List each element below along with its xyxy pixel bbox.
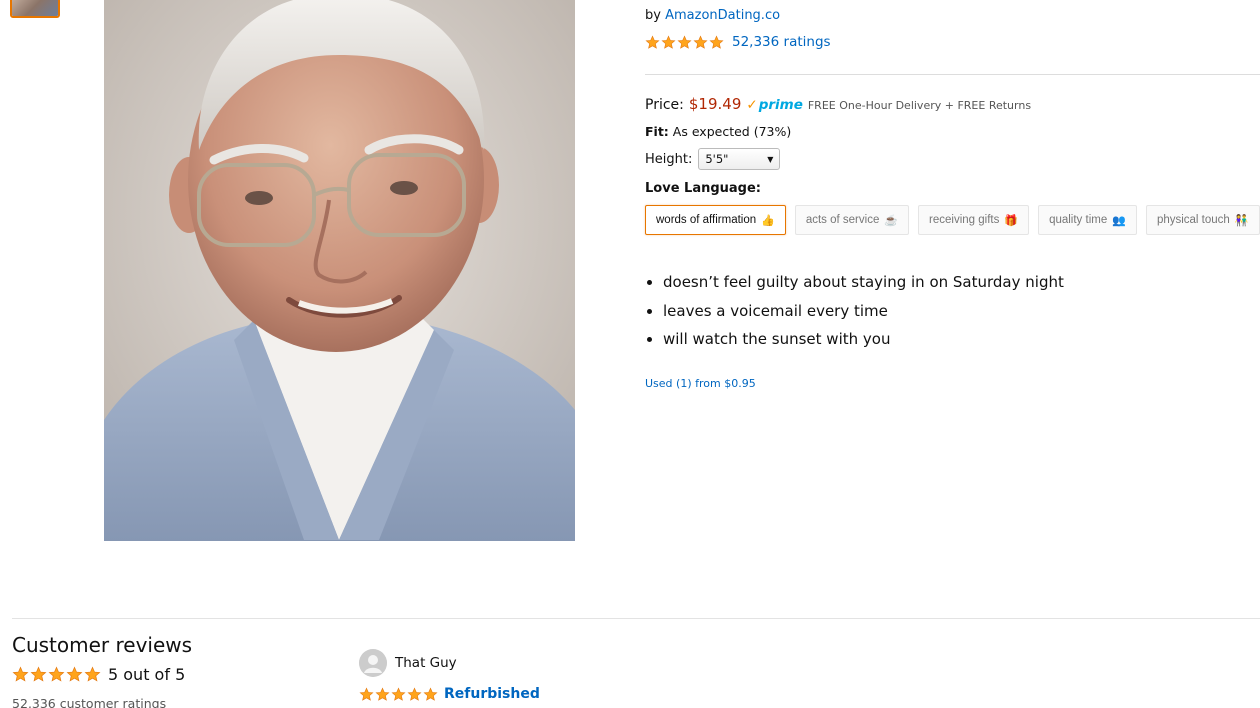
price-row: Price: $19.49 ✓ prime FREE One-Hour Deli… [645, 95, 1031, 113]
review-stars[interactable] [359, 686, 438, 702]
star-icon [48, 666, 65, 682]
thumbnail-image [12, 0, 58, 16]
overall-stars[interactable] [12, 666, 101, 683]
overall-rating: 5 out of 5 [12, 665, 185, 684]
delivery-note: FREE One-Hour Delivery + FREE Returns [807, 99, 1032, 112]
section-divider [645, 74, 1260, 75]
love-language-options: words of affirmation 👍 acts of service ☕… [645, 205, 1260, 235]
ratings-count-link[interactable]: 52,336 ratings [732, 34, 831, 50]
star-icon [359, 686, 374, 701]
thumbs-up-icon: 👍 [761, 214, 775, 227]
user-avatar-icon [359, 649, 387, 677]
love-language-option-words-of-affirmation[interactable]: words of affirmation 👍 [645, 205, 786, 235]
prime-label: prime [758, 97, 803, 113]
reviews-divider [12, 618, 1260, 619]
reviews-heading: Customer reviews [12, 633, 193, 657]
star-icon [84, 666, 101, 682]
star-icon [12, 666, 29, 682]
star-icon [391, 686, 406, 701]
prime-check-icon: ✓ [746, 97, 758, 113]
star-icon [30, 666, 47, 682]
fit-value: As expected (73%) [672, 124, 792, 139]
love-language-option-acts-of-service[interactable]: acts of service ☕ [794, 205, 910, 235]
people-icon: 👥 [1112, 214, 1126, 227]
price-value: $19.49 [688, 95, 742, 113]
coffee-icon: ☕ [884, 214, 899, 227]
love-language-label: Love Language: [645, 181, 761, 196]
review-author: That Guy [359, 649, 457, 677]
rating-summary: 52,336 ratings [645, 34, 831, 50]
love-language-option-receiving-gifts[interactable]: receiving gifts 🎁 [918, 205, 1030, 235]
gift-icon: 🎁 [1004, 214, 1019, 227]
feature-bullets: doesn’t feel guilty about staying in on … [645, 268, 1064, 354]
star-icon [677, 34, 692, 49]
used-offer: Used (1) from $0.95 [645, 377, 756, 390]
fit-label: Fit: [645, 124, 669, 139]
product-page: by AmazonDating.co 52,336 ratings Price:… [0, 0, 1260, 708]
review-title-link[interactable]: Refurbished [444, 686, 540, 702]
star-icon [709, 34, 724, 49]
feature-bullet: will watch the sunset with you [663, 325, 1064, 354]
star-icon [661, 34, 676, 49]
caret-down-icon: ▼ [767, 154, 774, 164]
byline-prefix: by [645, 8, 661, 23]
price-label: Price: [645, 97, 684, 113]
feature-bullet: doesn’t feel guilty about staying in on … [663, 268, 1064, 297]
feature-bullet: leaves a voicemail every time [663, 297, 1064, 326]
review-author-name[interactable]: That Guy [395, 655, 457, 671]
fit-row: Fit: As expected (73%) [645, 124, 791, 139]
byline: by AmazonDating.co [645, 8, 780, 23]
star-icon [645, 34, 660, 49]
height-selected-value: 5'5" [705, 152, 729, 166]
height-dropdown[interactable]: 5'5" ▼ [698, 148, 781, 170]
love-language-option-physical-touch[interactable]: physical touch 👫 [1145, 205, 1260, 235]
couple-icon: 👫 [1234, 214, 1249, 227]
image-thumbnail[interactable] [10, 0, 60, 18]
rating-stars[interactable] [645, 34, 724, 50]
option-label: acts of service [805, 214, 880, 226]
product-main-image[interactable] [104, 0, 575, 541]
overall-rating-label: 5 out of 5 [108, 665, 186, 684]
star-icon [423, 686, 438, 701]
option-label: words of affirmation [656, 214, 757, 226]
love-language-option-quality-time[interactable]: quality time 👥 [1038, 205, 1137, 235]
used-offer-link[interactable]: Used (1) from $0.95 [645, 377, 756, 390]
seller-link[interactable]: AmazonDating.co [665, 8, 780, 23]
option-label: quality time [1049, 214, 1108, 226]
prime-badge[interactable]: ✓ prime [746, 97, 802, 113]
option-label: physical touch [1156, 214, 1230, 226]
total-ratings: 52,336 customer ratings [12, 696, 167, 708]
height-label: Height: [645, 151, 693, 167]
review-title-row: Refurbished [359, 686, 540, 702]
star-icon [693, 34, 708, 49]
star-icon [407, 686, 422, 701]
option-label: receiving gifts [929, 214, 1000, 226]
star-icon [375, 686, 390, 701]
star-icon [66, 666, 83, 682]
height-row: Height: 5'5" ▼ [645, 148, 781, 170]
